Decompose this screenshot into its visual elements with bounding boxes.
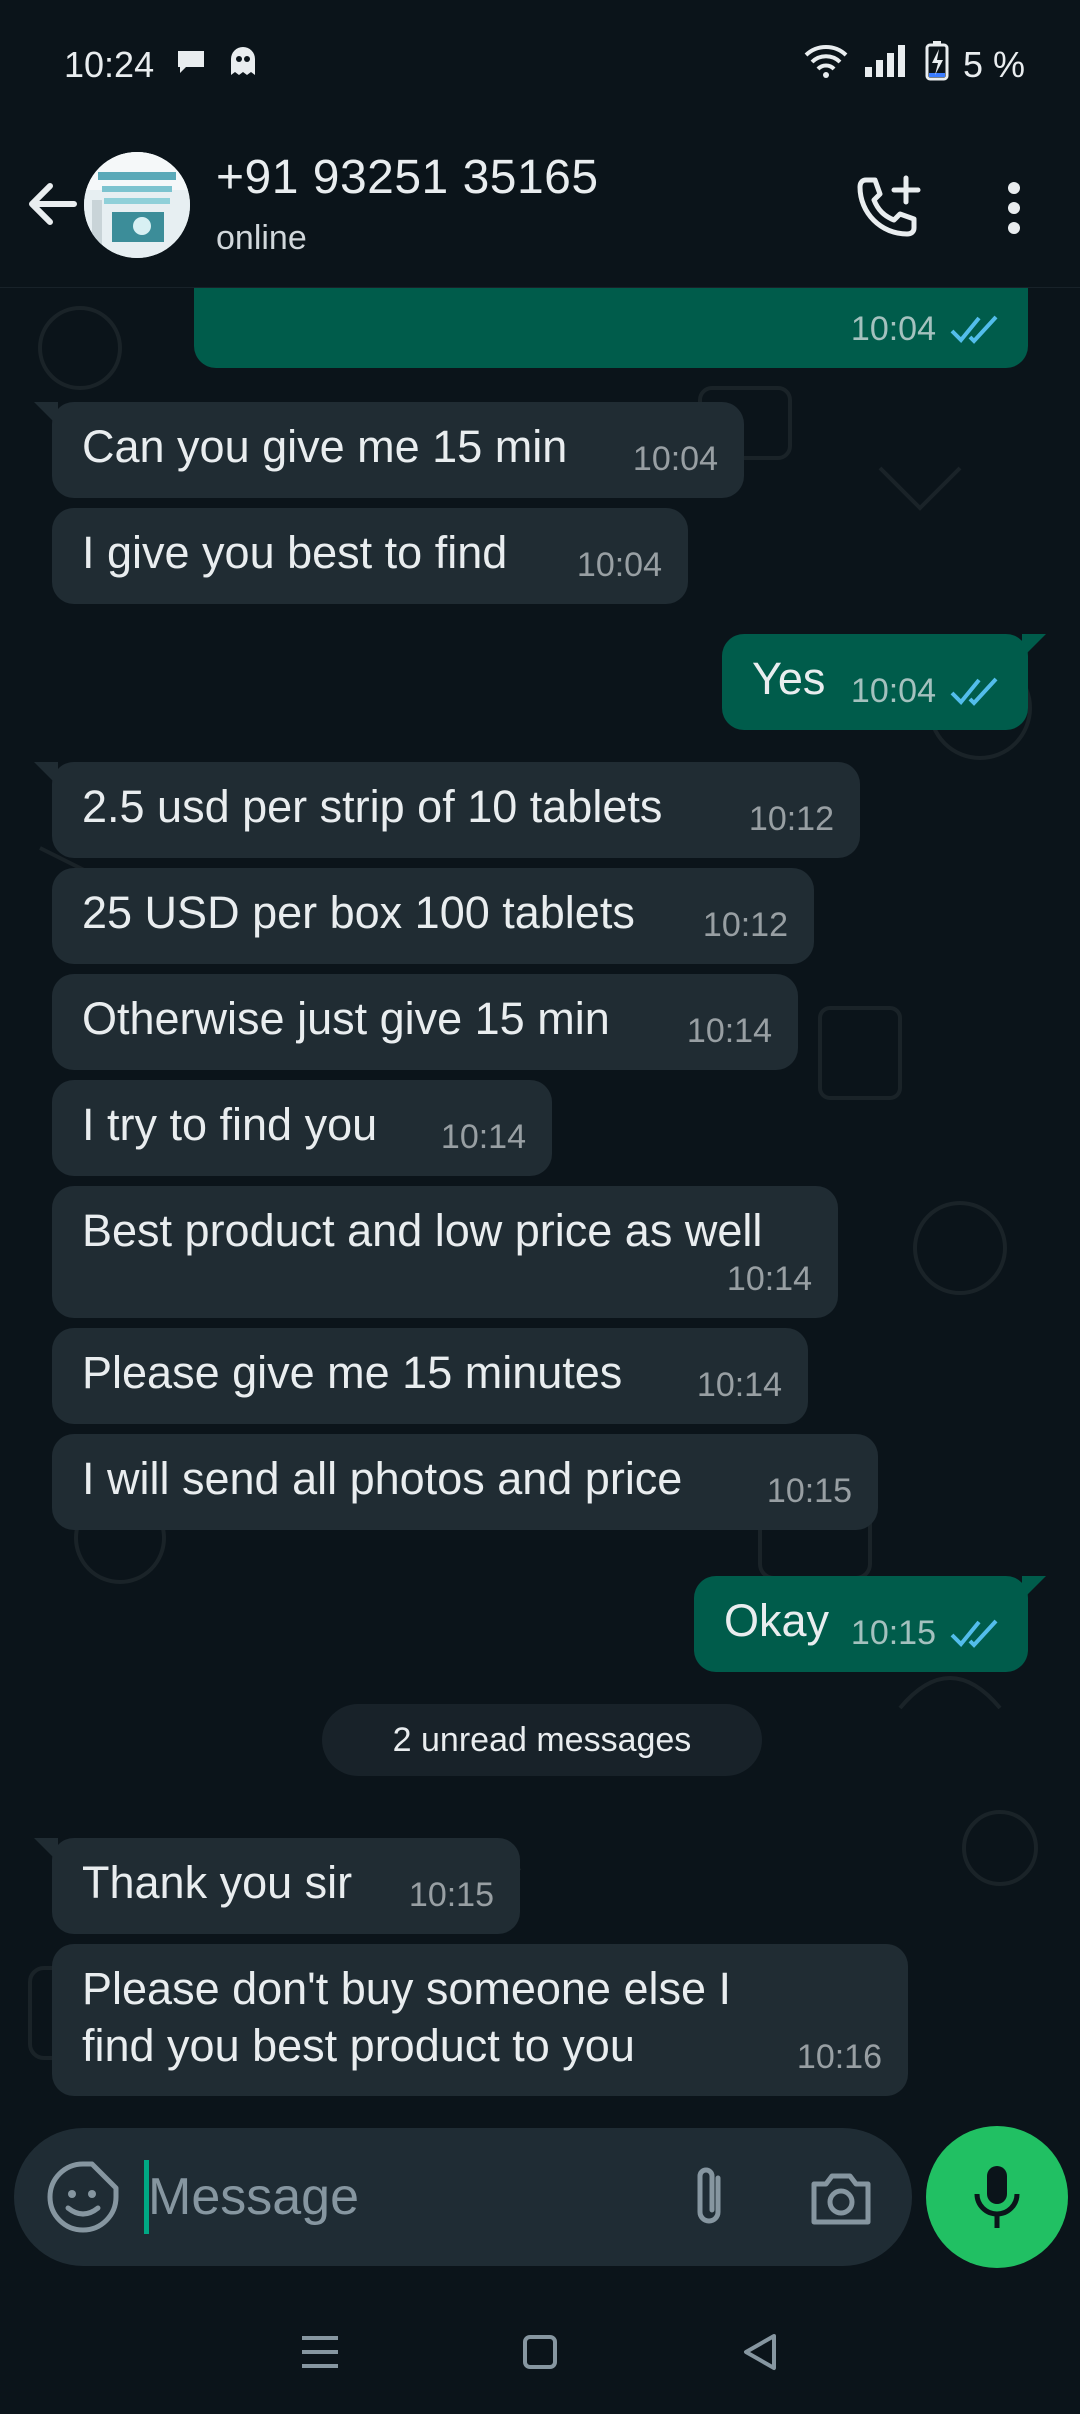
- paperclip-icon[interactable]: [674, 2162, 744, 2234]
- message-text: Please give me 15 minutes: [82, 1347, 623, 1398]
- message-time: 10:04: [632, 440, 718, 478]
- message-time: 10:04: [576, 546, 662, 584]
- message-incoming[interactable]: 25 USD per box 100 tablets 10:12: [52, 868, 814, 964]
- message-text: I try to find you: [82, 1099, 378, 1150]
- message-meta: 10:12: [749, 791, 834, 848]
- message-incoming[interactable]: Please don't buy someone else I find you…: [52, 1944, 908, 2096]
- message-text: Please don't buy someone else I find you…: [82, 1963, 732, 2071]
- wifi-icon: [803, 43, 849, 88]
- home-icon[interactable]: [510, 2322, 570, 2382]
- message-time: 10:14: [686, 1012, 772, 1050]
- message-incoming[interactable]: 2.5 usd per strip of 10 tablets 10:12: [34, 762, 860, 858]
- sticker-icon[interactable]: [44, 2158, 122, 2236]
- read-receipt-icon: [950, 1619, 998, 1648]
- message-meta: 10:16: [797, 2029, 882, 2086]
- message-meta: 10:14: [687, 1003, 772, 1060]
- avatar[interactable]: [84, 152, 190, 258]
- message-incoming[interactable]: Best product and low price as well 10:14: [52, 1186, 838, 1318]
- camera-icon[interactable]: [806, 2164, 876, 2232]
- message-text: Okay: [724, 1595, 830, 1646]
- message-meta: 10:15: [767, 1463, 852, 1520]
- message-time: 10:14: [726, 1260, 812, 1298]
- message-meta: 10:12: [703, 897, 788, 954]
- message-meta: 10:14: [697, 1357, 782, 1414]
- message-meta: 10:15: [851, 1605, 1002, 1662]
- contact-name: +91 93251 35165: [216, 151, 599, 204]
- message-text: Thank you sir: [82, 1857, 353, 1908]
- message-meta: 10:04: [851, 663, 1002, 720]
- microphone-icon[interactable]: [926, 2126, 1068, 2268]
- battery-level: 5 %: [962, 44, 1025, 85]
- message-time: 10:15: [850, 1614, 936, 1652]
- message-text: I give you best to find: [82, 527, 508, 578]
- message-outgoing[interactable]: Yes 10:04: [722, 634, 1046, 730]
- message-outgoing[interactable]: 10:04: [194, 288, 1028, 368]
- message-text: Best product and low price as well: [82, 1205, 763, 1256]
- message-time: 10:12: [702, 906, 788, 944]
- message-time: 10:14: [696, 1366, 782, 1404]
- message-notification-icon: [174, 44, 208, 86]
- contact-info[interactable]: +91 93251 35165 online: [216, 150, 599, 258]
- system-navigation-bar: [0, 2290, 1080, 2414]
- message-incoming[interactable]: I will send all photos and price 10:15: [52, 1434, 878, 1530]
- message-time: 10:15: [766, 1472, 852, 1510]
- message-time: 10:15: [408, 1876, 494, 1914]
- status-time: 10:24: [64, 44, 155, 85]
- message-time: 10:16: [796, 2038, 882, 2076]
- message-composer: [14, 2128, 912, 2266]
- message-incoming[interactable]: Otherwise just give 15 min 10:14: [52, 974, 798, 1070]
- message-text: 25 USD per box 100 tablets: [82, 887, 635, 938]
- message-meta: 10:04: [851, 301, 1002, 358]
- message-text: I will send all photos and price: [82, 1453, 683, 1504]
- message-meta: 10:04: [633, 431, 718, 488]
- message-meta: 10:04: [577, 537, 662, 594]
- message-text: Yes: [752, 653, 826, 704]
- message-incoming[interactable]: Can you give me 15 min 10:04: [34, 402, 744, 498]
- message-incoming[interactable]: Please give me 15 minutes 10:14: [52, 1328, 808, 1424]
- message-incoming[interactable]: Thank you sir 10:15: [34, 1838, 520, 1934]
- more-vert-icon[interactable]: [990, 172, 1038, 244]
- signal-icon: [863, 43, 911, 88]
- unread-messages-banner: 2 unread messages: [322, 1704, 762, 1776]
- message-text: Can you give me 15 min: [82, 421, 568, 472]
- message-text: 2.5 usd per strip of 10 tablets: [82, 781, 663, 832]
- add-call-icon[interactable]: [852, 172, 924, 244]
- message-text: Otherwise just give 15 min: [82, 993, 610, 1044]
- message-meta: 10:14: [441, 1109, 526, 1166]
- message-time: 10:14: [440, 1118, 526, 1156]
- message-time: 10:04: [850, 310, 936, 348]
- read-receipt-icon: [950, 315, 998, 344]
- message-meta: 10:14: [727, 1251, 812, 1308]
- message-list[interactable]: 10:04 Can you give me 15 min 10:04 I giv…: [0, 288, 1080, 2118]
- back-nav-icon[interactable]: [730, 2322, 790, 2382]
- back-arrow-icon[interactable]: [22, 174, 82, 234]
- chat-header: +91 93251 35165 online: [0, 130, 1080, 288]
- read-receipt-icon: [950, 677, 998, 706]
- ghost-notification-icon: [228, 44, 258, 86]
- recents-icon[interactable]: [290, 2322, 350, 2382]
- contact-status: online: [216, 219, 307, 257]
- message-incoming[interactable]: I give you best to find 10:04: [52, 508, 688, 604]
- message-meta: 10:15: [409, 1867, 494, 1924]
- battery-charging-icon: [925, 40, 949, 90]
- message-time: 10:12: [748, 800, 834, 838]
- message-input[interactable]: [148, 2156, 648, 2238]
- message-outgoing[interactable]: Okay 10:15: [694, 1576, 1046, 1672]
- status-bar: 10:24 5 %: [0, 0, 1080, 130]
- message-time: 10:04: [850, 672, 936, 710]
- message-incoming[interactable]: I try to find you 10:14: [52, 1080, 552, 1176]
